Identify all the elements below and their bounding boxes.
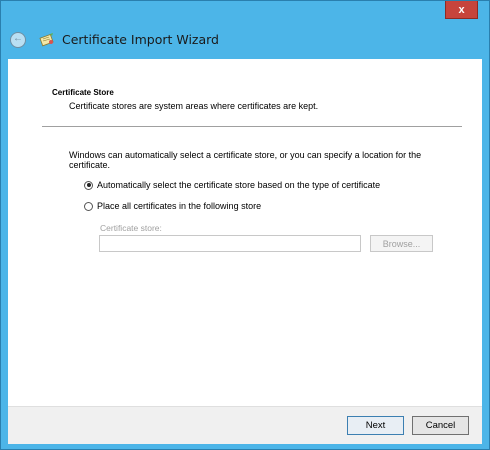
wizard-footer: Next Cancel [8, 406, 482, 444]
certificate-store-input[interactable] [99, 235, 361, 252]
auto-select-radio[interactable] [84, 180, 93, 190]
divider [42, 126, 462, 127]
cancel-button[interactable]: Cancel [412, 416, 469, 435]
auto-select-option[interactable]: Automatically select the certificate sto… [84, 180, 380, 190]
back-arrow-icon: ← [13, 33, 23, 44]
wizard-content: Certificate Store Certificate stores are… [8, 59, 482, 406]
certificate-wizard-icon [39, 33, 54, 47]
section-title: Certificate Store [52, 88, 114, 97]
close-button[interactable]: x [445, 1, 478, 19]
browse-button[interactable]: Browse... [370, 235, 433, 252]
next-button[interactable]: Next [347, 416, 404, 435]
auto-select-label[interactable]: Automatically select the certificate sto… [97, 180, 380, 190]
back-button[interactable]: ← [10, 32, 26, 48]
title-bar: ← Certificate Import Wizard [1, 23, 489, 57]
place-in-store-label[interactable]: Place all certificates in the following … [97, 201, 261, 211]
place-in-store-radio[interactable] [84, 201, 93, 211]
section-description: Certificate stores are system areas wher… [69, 101, 319, 111]
certificate-store-label: Certificate store: [100, 223, 162, 233]
wizard-window: x ← Certificate Import Wizard Certificat… [0, 0, 490, 450]
window-title: Certificate Import Wizard [62, 32, 219, 47]
place-in-store-option[interactable]: Place all certificates in the following … [84, 201, 261, 211]
body-text: Windows can automatically select a certi… [69, 150, 422, 170]
